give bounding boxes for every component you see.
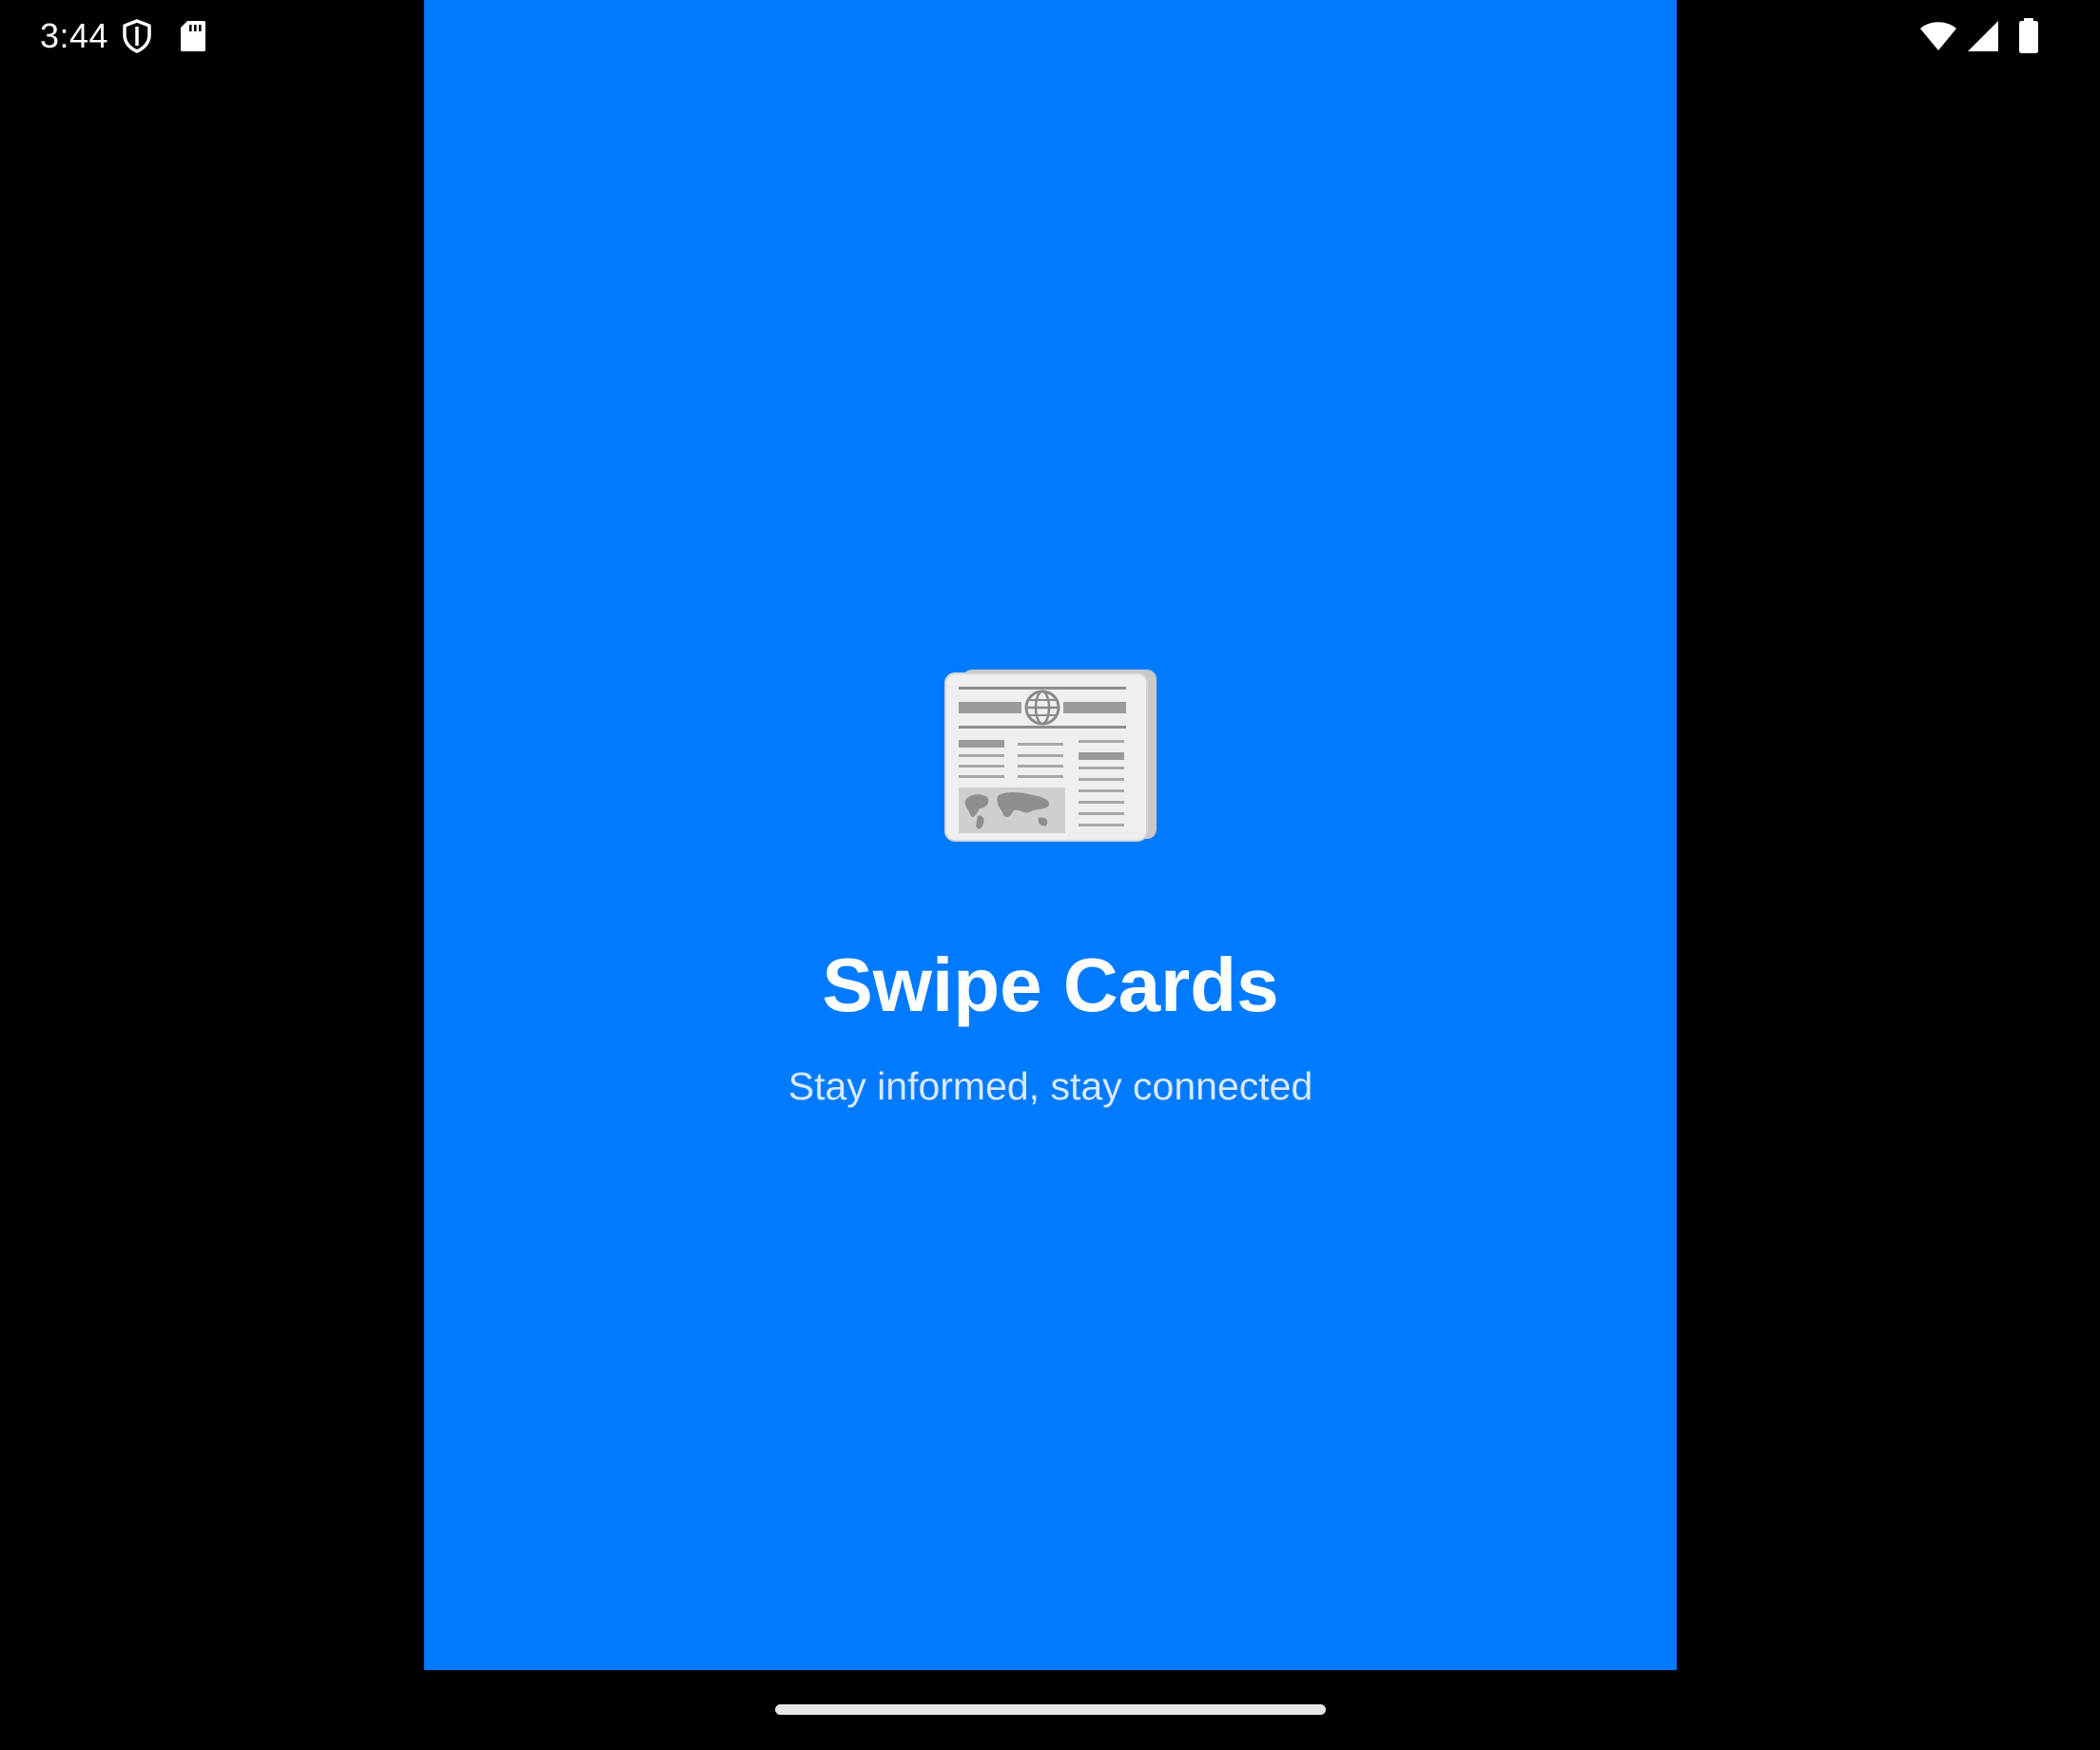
app-tagline: Stay informed, stay connected (788, 1064, 1313, 1108)
status-time: 3:44 (40, 16, 109, 55)
newspaper-icon (943, 666, 1158, 843)
status-right-group (1919, 17, 2039, 55)
status-left-group: 3:44 (40, 13, 207, 59)
wifi-icon (1919, 21, 1957, 51)
splash-hero: Swipe Cards Stay informed, stay connecte… (424, 666, 1677, 1106)
home-gesture-bar[interactable] (775, 1704, 1326, 1715)
app-splash-screen: Swipe Cards Stay informed, stay connecte… (424, 0, 1677, 1670)
shield-icon (122, 19, 152, 53)
app-title: Swipe Cards (822, 943, 1279, 1027)
sd-card-icon (165, 19, 207, 53)
cellular-signal-icon (1967, 20, 1999, 52)
battery-icon (2009, 18, 2039, 54)
device-screen: 3:44 Swipe Cards Stay informed, stay con… (0, 0, 2100, 1750)
